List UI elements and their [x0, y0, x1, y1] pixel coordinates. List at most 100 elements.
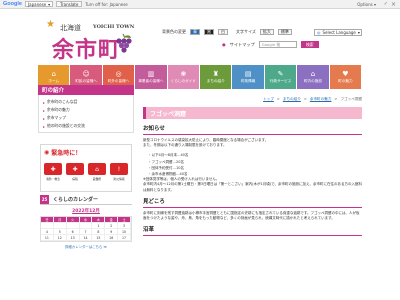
town-icon: ♜ — [212, 69, 219, 78]
sidebar-item-label: 余市町のこんな話 — [46, 99, 78, 104]
arrow-right-icon: ▸ — [43, 115, 45, 121]
highlights-heading: 見どころ — [143, 197, 362, 208]
star-icon: ★ — [46, 19, 55, 30]
service-icon: ✎ — [277, 69, 284, 78]
nav-item[interactable]: ▥ 事業者の皆様へ — [135, 65, 168, 89]
chevron-right-icon: > — [303, 97, 307, 101]
alert-icon[interactable]: ! — [110, 163, 128, 175]
calendar-grid: 日月火水木金土 1 2 3 4 5 6 7 8 9 10 11 12 13 14 15 16 17 — [40, 216, 132, 242]
sidebar-item[interactable]: ▸ 余市町の魅力 — [39, 106, 133, 114]
breadcrumb-link[interactable]: 余市町の魅力 — [310, 97, 332, 102]
chevron-down-icon: ▾ — [48, 1, 51, 7]
nav-item-label: まちの紹介 — [206, 78, 225, 83]
turn-off-label[interactable]: Turn off for: Japanese — [85, 2, 127, 7]
calendar-day[interactable]: 15 — [92, 235, 106, 241]
arrow-right-icon: ▸ — [43, 99, 45, 105]
history-heading: 沿革 — [143, 225, 362, 237]
nav-item[interactable]: ♜ まちの紹介 — [200, 65, 233, 89]
life-calendar: 25 くらしのカレンダー 2022年12月 日月火水木金土 1 2 3 4 5 6 7 8 9 10… — [40, 195, 132, 249]
sidebar-item[interactable]: ▸ 余市町のこんな話 — [39, 98, 133, 106]
calendar-day[interactable]: 13 — [66, 235, 80, 241]
breadcrumb-current: フゴッペ洞窟 — [340, 97, 362, 101]
text-size-label: 文字サイズ — [236, 29, 256, 34]
from-language-value: Japanese — [27, 1, 47, 7]
nav-item-label: 町民の皆様へ — [75, 78, 97, 83]
breadcrumb-link[interactable]: まちの紹介 — [283, 97, 301, 102]
grape-icon — [116, 33, 132, 53]
list-item-text: 余市水産博物館…40名 — [151, 172, 188, 177]
nav-item[interactable]: ♥ 町の魅力 — [329, 65, 363, 89]
list-item-text: 以下4月～8月末…40名 — [151, 153, 189, 158]
nav-item[interactable]: ❀ くらしのガイド — [167, 65, 201, 89]
nav-item-label: 事業者の皆様へ — [138, 78, 164, 83]
emergency-panel: ◉ 緊急時に！ ✚ ✚ ⌂ ! 消防・救急 病院 避難所 防災情報 — [40, 144, 132, 192]
color-change-bar: 背景色の変更 青 黒 白 文字サイズ 拡大 標準 — [162, 29, 292, 35]
breadcrumb: トップ > まちの紹介 > 余市町の魅力 > フゴッペ洞窟 — [263, 97, 362, 102]
people-icon: ☺ — [82, 69, 90, 78]
arrow-right-icon: ▸ — [43, 123, 45, 129]
sidebar-list: ▸ 余市町のこんな話 ▸ 余市町の魅力 ▸ 余市マップ ▸ 他の町の施設との交流 — [38, 95, 134, 133]
calendar-day[interactable]: 16 — [105, 235, 119, 241]
nav-item[interactable]: ▤ 町政情報 — [232, 65, 265, 89]
alarm-icon: ◉ — [44, 149, 50, 156]
fire-icon[interactable]: ✚ — [44, 163, 62, 175]
arrow-right-icon: ▸ — [43, 107, 45, 113]
globe-icon: ◎ — [115, 69, 122, 78]
nav-item-label: 町内の施設 — [303, 78, 322, 83]
translate-bar: Google Japanese ▾ Translate Turn off for:… — [0, 0, 400, 9]
color-black-button[interactable]: 黒 — [204, 29, 214, 35]
sidebar-heading: 町の紹介 — [38, 85, 134, 95]
color-blue-button[interactable]: 青 — [190, 29, 200, 35]
guide-icon: ❀ — [180, 69, 187, 78]
page-title: フゴッペ洞窟 — [150, 111, 187, 118]
google-logo: Google — [3, 1, 22, 7]
sidebar-item-label: 他の町の施設との交流 — [46, 123, 85, 128]
sidebar-item[interactable]: ▸ 余市マップ — [39, 114, 133, 122]
nav-item[interactable]: ⌂ 町内の施設 — [297, 65, 330, 89]
check-icon[interactable]: ✓ — [384, 1, 388, 7]
calendar-day[interactable]: 11 — [41, 235, 54, 241]
calendar-heading: くらしのカレンダー — [53, 197, 99, 203]
close-icon[interactable]: × — [391, 1, 396, 8]
nav-item-label: 行政サービス — [269, 78, 292, 83]
globe-icon: ◍ — [317, 30, 321, 35]
language-select[interactable]: ◍ Select Language ▾ — [314, 29, 362, 36]
chevron-right-icon: > — [276, 97, 280, 101]
color-white-button[interactable]: 白 — [218, 29, 228, 35]
search-button[interactable]: 検索 — [300, 41, 319, 48]
translate-button[interactable]: Translate — [56, 1, 83, 7]
emergency-heading-text: 緊急時に！ — [51, 150, 82, 157]
calendar-icon: 25 — [40, 195, 49, 204]
logo-english: YOICHI TOWN — [93, 24, 135, 30]
text-standard-button[interactable]: 標準 — [277, 29, 292, 35]
breadcrumb-link[interactable]: トップ — [263, 97, 274, 102]
nav-item-label: ホーム — [48, 78, 60, 83]
building-icon: ▥ — [147, 69, 155, 78]
site-header: ★ 北海道 YOICHI TOWN 余市町 背景色の変更 青 黒 白 文字サイズ… — [0, 10, 400, 64]
site-logo[interactable]: 余市町 — [52, 32, 121, 64]
sidebar-item[interactable]: ▸ 他の町の施設との交流 — [39, 122, 133, 130]
sitemap-link[interactable]: サイトマップ — [230, 42, 255, 48]
notice-foot: 余市町内4月～12月の第1土曜日・第3日曜日は「第一とこさい」案内(木が1月頃)… — [143, 182, 362, 192]
calendar-day[interactable]: 17 — [118, 235, 131, 241]
calendar-day[interactable]: 12 — [53, 235, 67, 241]
options-button[interactable]: Options ▾ — [357, 2, 376, 7]
home-icon: ⌂ — [51, 69, 56, 78]
hospital-icon[interactable]: ✚ — [66, 163, 84, 175]
color-change-label: 背景色の変更 — [162, 29, 186, 34]
highlights-text: 余市町に刻線を残す洞窟遺跡は小樽市手宮洞窟とともに国指定の史跡にも指定されている… — [143, 210, 360, 221]
search-input[interactable]: Google 検 — [258, 41, 297, 48]
from-language-select[interactable]: Japanese ▾ — [24, 1, 54, 7]
emergency-heading: ◉ 緊急時に！ — [44, 148, 81, 157]
emergency-label: 病院 — [72, 177, 78, 181]
text-larger-button[interactable]: 拡大 — [259, 29, 274, 35]
office-icon: ▤ — [244, 69, 252, 78]
shelter-icon[interactable]: ⌂ — [88, 163, 106, 175]
nav-item-label: 町政情報 — [240, 78, 256, 83]
language-select-value: Select Language — [322, 30, 356, 35]
calendar-month[interactable]: 2022年12月 — [40, 208, 132, 214]
calendar-day[interactable]: 14 — [79, 235, 93, 241]
calendar-detail-link[interactable]: 詳細カレンダーはこちら ≫ — [40, 244, 132, 249]
nav-item[interactable]: ✎ 行政サービス — [264, 65, 298, 89]
search-bar: ● サイトマップ Google 検 検索 — [222, 41, 319, 48]
